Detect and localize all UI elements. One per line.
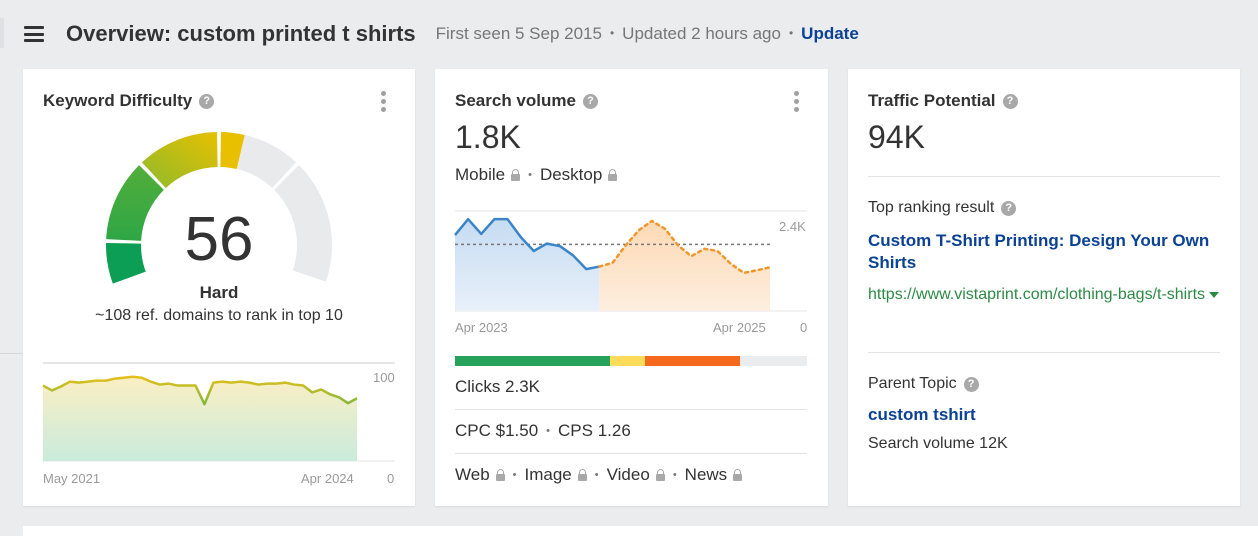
updated-time: Updated 2 hours ago xyxy=(622,24,781,43)
update-link[interactable]: Update xyxy=(801,24,859,43)
top-ranking-label-row: Top ranking result ? xyxy=(868,199,1017,217)
x-axis-start: May 2021 xyxy=(43,471,101,486)
lock-icon[interactable] xyxy=(608,168,618,181)
parent-topic-volume: Search volume 12K xyxy=(868,435,1008,452)
clicks-segment-organic xyxy=(455,356,610,366)
separator: • xyxy=(609,26,615,40)
cpc-value: CPC $1.50 xyxy=(455,421,539,440)
parent-topic-link[interactable]: custom tshirt xyxy=(868,405,976,425)
page-title: Overview: custom printed t shirts xyxy=(66,21,416,46)
device-split: Mobile • Desktop xyxy=(455,165,618,185)
y-axis-max: 2.4K xyxy=(779,219,806,234)
help-icon[interactable]: ? xyxy=(1002,93,1018,109)
tp-title: Traffic Potential xyxy=(868,91,996,110)
separator: • xyxy=(546,425,551,437)
page-meta: First seen 5 Sep 2015 • Updated 2 hours ag… xyxy=(436,24,859,44)
kd-label: Hard xyxy=(199,283,239,302)
desktop-label: Desktop xyxy=(539,165,603,184)
parent-topic-label: Parent Topic xyxy=(868,375,957,392)
top-result-url[interactable]: https://www.vistaprint.com/clothing-bags… xyxy=(868,282,1228,308)
y-axis-min: 0 xyxy=(800,320,808,335)
top-ranking-label: Top ranking result xyxy=(868,199,995,216)
lock-icon[interactable] xyxy=(495,468,505,481)
separator: • xyxy=(672,469,677,481)
sv-title: Search volume xyxy=(455,91,576,110)
x-axis-end: Apr 2025 xyxy=(713,320,766,335)
separator: • xyxy=(594,469,599,481)
x-axis-end: Apr 2024 xyxy=(301,471,354,486)
top-result-title-link[interactable]: Custom T-Shirt Printing: Design Your Own… xyxy=(868,230,1228,274)
help-icon[interactable]: ? xyxy=(1001,200,1017,216)
separator: • xyxy=(528,169,532,181)
divider xyxy=(868,176,1220,177)
clicks-segment-paid xyxy=(609,356,646,366)
traffic-potential-card: Traffic Potential ? 94K Top ranking resu… xyxy=(848,69,1240,506)
clicks-distribution-bar xyxy=(455,356,807,366)
history-area xyxy=(455,219,600,311)
lock-icon[interactable] xyxy=(577,468,587,481)
lock-icon[interactable] xyxy=(511,168,521,181)
traffic-potential-value: 94K xyxy=(868,119,925,155)
cps-value: CPS 1.26 xyxy=(558,421,631,440)
lock-icon[interactable] xyxy=(655,468,665,481)
parent-topic-label-row: Parent Topic ? xyxy=(868,375,979,393)
help-icon[interactable]: ? xyxy=(963,376,979,392)
caret-down-icon[interactable] xyxy=(1209,291,1220,298)
serp-types-row: Web • Image • Video • News xyxy=(455,465,743,485)
side-divider xyxy=(0,353,22,354)
y-axis-max: 100 xyxy=(373,370,395,385)
menu-icon[interactable] xyxy=(24,26,44,42)
divider xyxy=(455,409,807,410)
help-icon[interactable]: ? xyxy=(582,93,598,109)
serp-web: Web xyxy=(455,465,490,484)
page-header: Overview: custom printed t shirts First … xyxy=(24,18,859,50)
separator: • xyxy=(788,26,794,40)
top-result-url-text[interactable]: https://www.vistaprint.com/clothing-bags… xyxy=(868,286,1205,303)
clicks-segment-other xyxy=(740,356,807,366)
divider xyxy=(868,352,1220,353)
x-axis-start: Apr 2023 xyxy=(455,320,508,335)
search-volume-card: Search volume ? 1.8K Mobile • Desktop Ap… xyxy=(435,69,828,506)
card-title: Search volume ? xyxy=(455,91,598,111)
left-edge-tab xyxy=(0,18,4,48)
kd-subtext: ~108 ref. domains to rank in top 10 xyxy=(95,307,343,324)
search-volume-value: 1.8K xyxy=(455,119,521,155)
kd-score: 56 xyxy=(184,205,254,274)
y-axis-min: 0 xyxy=(387,471,395,486)
card-title: Traffic Potential ? xyxy=(868,91,1018,111)
mobile-label: Mobile xyxy=(455,165,506,184)
kd-history-chart xyxy=(42,362,395,462)
serp-image: Image xyxy=(524,465,572,484)
separator: • xyxy=(512,469,517,481)
keyword-difficulty-card: Keyword Difficulty ? 56 Hard ~108 ref. d… xyxy=(23,69,415,506)
search-volume-chart xyxy=(454,210,807,312)
serp-video: Video xyxy=(606,465,650,484)
serp-news: News xyxy=(684,465,728,484)
clicks-segment-no-click xyxy=(645,356,741,366)
divider xyxy=(455,453,807,454)
lock-icon[interactable] xyxy=(733,468,743,481)
more-options-icon[interactable] xyxy=(794,91,800,112)
cpc-cps-row: CPC $1.50 • CPS 1.26 xyxy=(455,421,631,441)
forecast-area xyxy=(599,221,770,311)
first-seen: First seen 5 Sep 2015 xyxy=(435,24,602,43)
clicks-value: Clicks 2.3K xyxy=(455,377,541,396)
